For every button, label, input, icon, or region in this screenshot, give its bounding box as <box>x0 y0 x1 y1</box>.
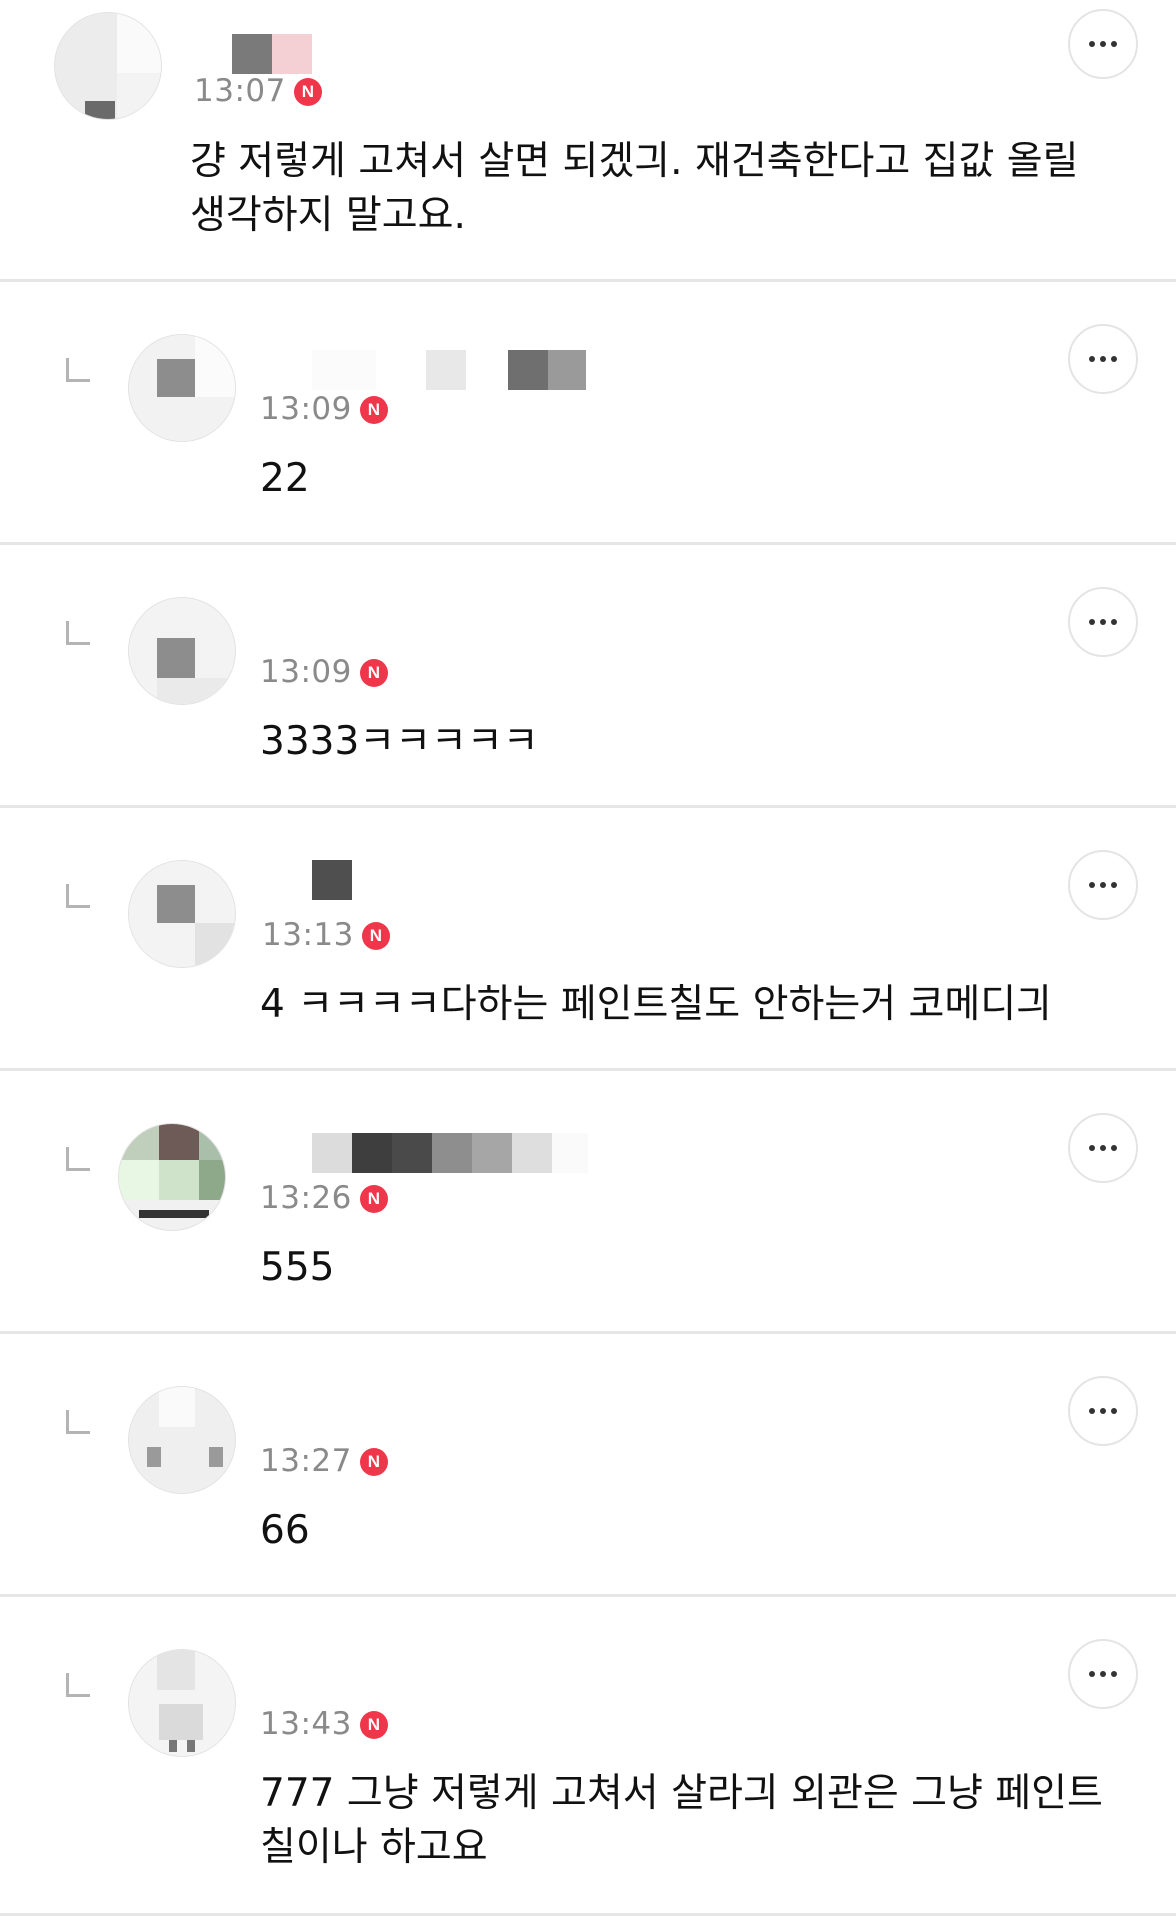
avatar[interactable] <box>128 1386 236 1494</box>
more-options-button[interactable] <box>1068 1639 1138 1709</box>
avatar[interactable] <box>54 12 162 120</box>
avatar[interactable] <box>128 1649 236 1757</box>
more-dot-icon <box>1100 41 1106 47</box>
comment-text: 777 그냥 저렇게 고쳐서 살라긔 외관은 그냥 페인트 칠이나 하고요 <box>260 1771 1116 1870</box>
more-dot-icon <box>1111 41 1117 47</box>
more-options-button[interactable] <box>1068 9 1138 79</box>
comment-item: 13:07 N 걍 저렇게 고쳐서 살면 되겠긔. 재건축한다고 집값 올릴 생… <box>0 0 1176 282</box>
reply-arrow-icon <box>66 621 90 645</box>
n-badge-icon: N <box>359 395 388 424</box>
n-badge-icon: N <box>361 921 390 950</box>
reply-item: 13:09 N 22 <box>0 282 1176 545</box>
more-dot-icon <box>1089 356 1095 362</box>
more-dot-icon <box>1089 619 1095 625</box>
comment-meta: 13:09 N <box>260 657 388 688</box>
more-dot-icon <box>1111 1408 1117 1414</box>
comment-meta: 13:27 N <box>260 1446 388 1477</box>
more-dot-icon <box>1100 1408 1106 1414</box>
more-dot-icon <box>1100 619 1106 625</box>
more-dot-icon <box>1100 882 1106 888</box>
avatar[interactable] <box>128 860 236 968</box>
comment-time: 13:09 <box>260 391 352 427</box>
avatar[interactable] <box>128 334 236 442</box>
more-dot-icon <box>1111 356 1117 362</box>
reply-item: 13:26 N 555 <box>0 1071 1176 1334</box>
reply-item: 13:13 N 4 ㅋㅋㅋㅋ다하는 페인트칠도 안하는거 코메디긔 <box>0 808 1176 1071</box>
comment-text: 66 <box>260 1508 310 1553</box>
nickname-redacted <box>232 34 312 74</box>
n-badge-icon: N <box>359 658 388 687</box>
more-options-button[interactable] <box>1068 324 1138 394</box>
more-dot-icon <box>1111 1671 1117 1677</box>
comment-text: 4 ㅋㅋㅋㅋ다하는 페인트칠도 안하는거 코메디긔 <box>260 982 1053 1027</box>
reply-item: 13:09 N 3333ㅋㅋㅋㅋㅋ <box>0 545 1176 808</box>
comment-time: 13:09 <box>260 654 352 690</box>
comment-meta: 13:43 N <box>260 1709 388 1740</box>
more-dot-icon <box>1100 1671 1106 1677</box>
n-badge-icon: N <box>359 1184 388 1213</box>
reply-arrow-icon <box>66 358 90 382</box>
nickname-redacted <box>312 1133 588 1173</box>
comment-text: 걍 저렇게 고쳐서 살면 되겠긔. 재건축한다고 집값 올릴 생각하지 말고요. <box>190 139 1091 238</box>
comment-meta: 13:09 N <box>260 394 388 425</box>
more-options-button[interactable] <box>1068 587 1138 657</box>
more-dot-icon <box>1100 1145 1106 1151</box>
more-dot-icon <box>1089 1145 1095 1151</box>
comment-text: 555 <box>260 1245 335 1290</box>
n-badge-icon: N <box>293 77 322 106</box>
nickname-redacted <box>312 350 586 390</box>
n-badge-icon: N <box>359 1447 388 1476</box>
reply-item: 13:27 N 66 <box>0 1334 1176 1597</box>
comment-meta: 13:07 N <box>194 76 322 107</box>
reply-arrow-icon <box>66 884 90 908</box>
more-options-button[interactable] <box>1068 850 1138 920</box>
n-badge-icon: N <box>359 1710 388 1739</box>
comment-meta: 13:26 N <box>260 1183 388 1214</box>
reply-arrow-icon <box>66 1673 90 1697</box>
more-dot-icon <box>1111 619 1117 625</box>
more-dot-icon <box>1100 356 1106 362</box>
more-options-button[interactable] <box>1068 1376 1138 1446</box>
reply-item: 13:43 N 777 그냥 저렇게 고쳐서 살라긔 외관은 그냥 페인트 칠이… <box>0 1597 1176 1916</box>
comment-meta: 13:13 N <box>262 920 390 951</box>
avatar[interactable] <box>128 597 236 705</box>
comment-time: 13:27 <box>260 1443 352 1479</box>
more-dot-icon <box>1111 882 1117 888</box>
more-options-button[interactable] <box>1068 1113 1138 1183</box>
avatar[interactable] <box>118 1123 226 1231</box>
comment-time: 13:13 <box>262 917 354 953</box>
comment-text: 22 <box>260 456 310 501</box>
comment-time: 13:07 <box>194 73 286 109</box>
comment-time: 13:26 <box>260 1180 352 1216</box>
nickname-redacted <box>312 860 352 900</box>
reply-arrow-icon <box>66 1147 90 1171</box>
more-dot-icon <box>1089 41 1095 47</box>
more-dot-icon <box>1089 1408 1095 1414</box>
more-dot-icon <box>1089 882 1095 888</box>
more-dot-icon <box>1089 1671 1095 1677</box>
more-dot-icon <box>1111 1145 1117 1151</box>
comment-text: 3333ㅋㅋㅋㅋㅋ <box>260 719 539 764</box>
comment-time: 13:43 <box>260 1706 352 1742</box>
reply-arrow-icon <box>66 1410 90 1434</box>
